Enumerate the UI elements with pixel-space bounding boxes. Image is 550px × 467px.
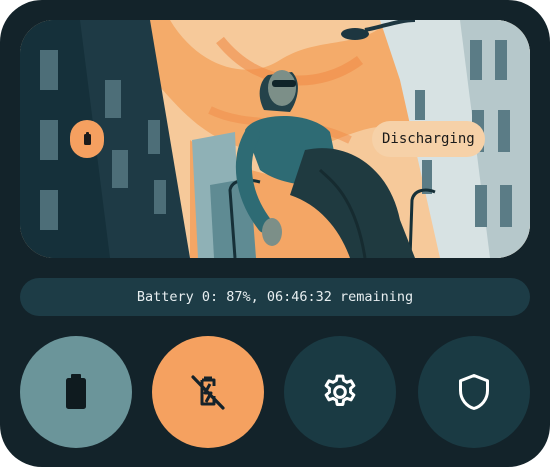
- hero-illustration: Discharging: [20, 20, 530, 258]
- battery-icon: [83, 131, 91, 145]
- discharging-status-chip: Discharging: [372, 121, 485, 157]
- shield-icon: [459, 374, 489, 410]
- gear-icon: [324, 374, 356, 406]
- battery-button[interactable]: [20, 336, 132, 448]
- power-off-icon: [191, 375, 225, 410]
- battery-status-bar: Battery 0: 87%, 06:46:32 remaining: [20, 278, 530, 316]
- settings-button[interactable]: [284, 336, 396, 448]
- battery-widget: Discharging Battery 0: 87%, 06:46:32 rem…: [0, 0, 550, 467]
- shield-button[interactable]: [418, 336, 530, 448]
- battery-icon: [66, 374, 86, 409]
- battery-badge: [70, 120, 104, 158]
- charging-toggle-button[interactable]: [152, 336, 264, 448]
